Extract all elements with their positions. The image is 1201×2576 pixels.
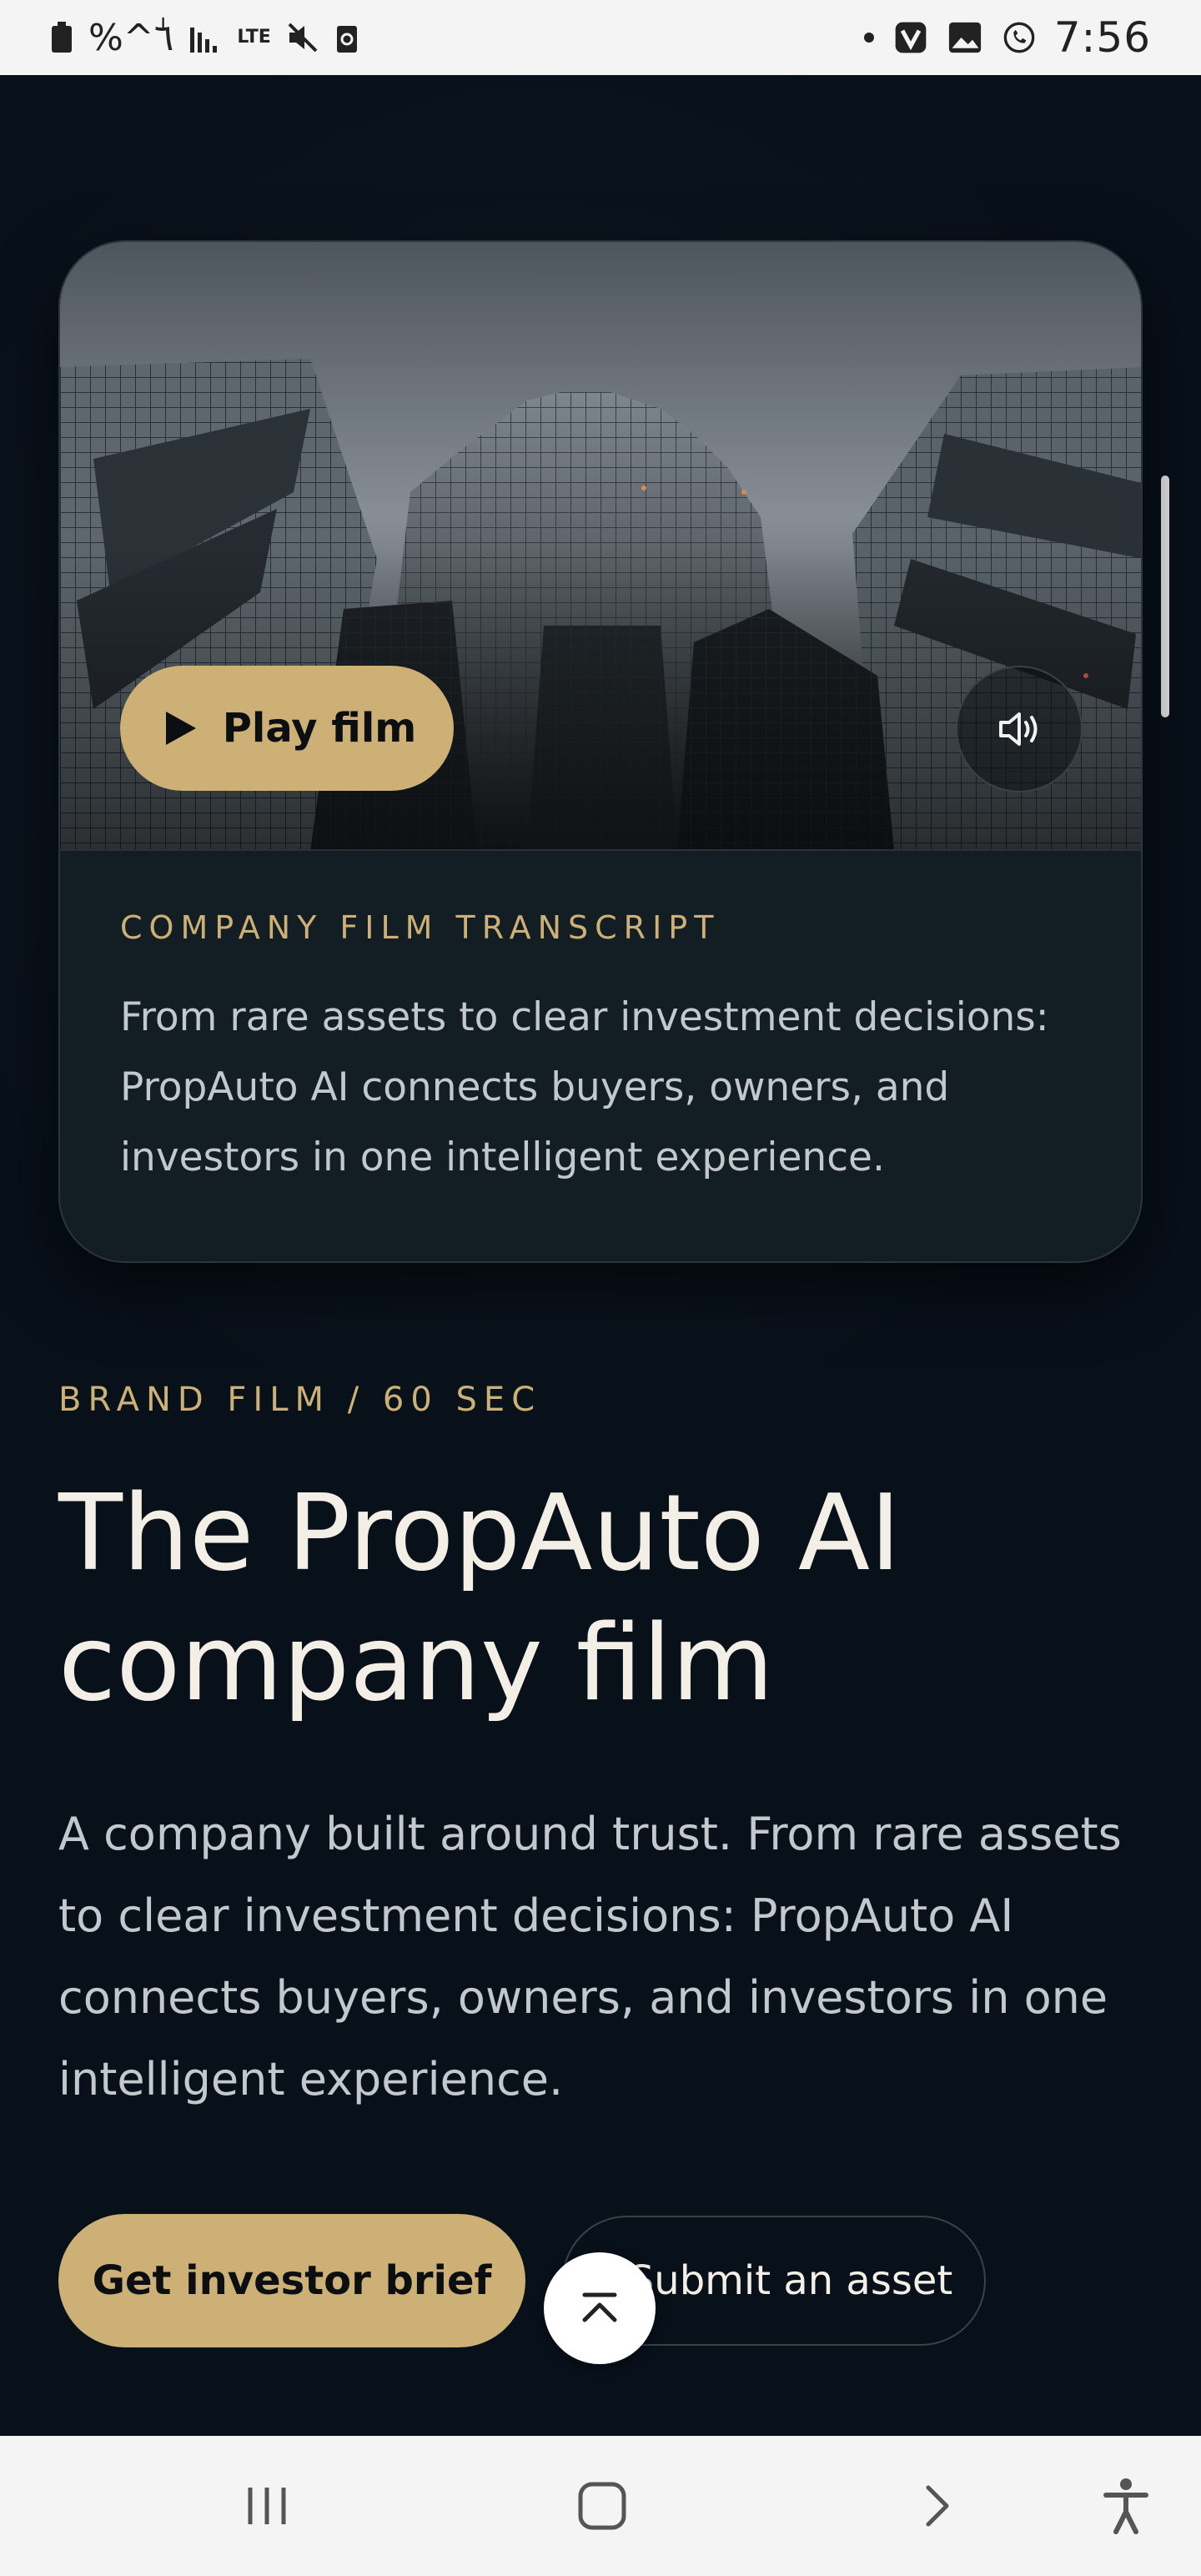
play-film-label: Play film [222, 705, 417, 752]
accessibility-icon [1103, 2478, 1148, 2534]
recent-apps-icon [248, 2488, 286, 2524]
back-icon [926, 2485, 949, 2527]
video-card: Play film COMPANY FILM TRANSCRIPT From r… [58, 240, 1143, 1263]
video-poster[interactable]: Play film [60, 242, 1141, 851]
vivaldi-icon [895, 22, 927, 53]
status-time: 7:56 [1053, 13, 1151, 62]
home-button[interactable] [569, 2473, 636, 2539]
scrollbar-thumb[interactable] [1161, 475, 1169, 717]
gallery-icon [948, 22, 981, 53]
sound-toggle-button[interactable] [956, 666, 1083, 792]
system-nav-bar [0, 2436, 1201, 2576]
mute-icon [288, 23, 318, 53]
accessibility-button[interactable] [1093, 2473, 1159, 2539]
recycle-icon [336, 26, 357, 53]
back-button[interactable] [904, 2473, 971, 2539]
back-to-top-button[interactable] [544, 2252, 656, 2364]
get-investor-brief-label: Get investor brief [92, 2257, 492, 2304]
whatsapp-icon [1003, 22, 1035, 53]
transcript-heading: COMPANY FILM TRANSCRIPT [120, 909, 721, 946]
transcript-section: COMPANY FILM TRANSCRIPT From rare assets… [60, 851, 1141, 1193]
status-left-text: %^ٰ٦ [88, 16, 174, 59]
play-film-button[interactable]: Play film [120, 666, 454, 791]
status-left: %^ٰ٦ LTE [50, 17, 359, 59]
play-icon [165, 712, 196, 745]
status-bar: %^ٰ٦ LTE 7:56 [0, 0, 1201, 75]
arrow-up-to-top-icon [582, 2292, 617, 2322]
get-investor-brief-button[interactable]: Get investor brief [58, 2214, 525, 2347]
page-title: The PropAuto AI company film [58, 1472, 902, 1724]
home-icon [578, 2482, 626, 2530]
signal-icon [190, 28, 218, 53]
dot-icon [863, 33, 874, 43]
lte-icon: LTE [237, 27, 271, 48]
battery-icon [52, 22, 72, 53]
intro-body: A company built around trust. From rare … [58, 1808, 1122, 2106]
status-right: 7:56 [862, 13, 1151, 62]
transcript-text: From rare assets to clear investment dec… [120, 994, 1049, 1180]
speaker-icon [999, 712, 1038, 746]
recent-apps-button[interactable] [234, 2473, 300, 2539]
brand-film-eyebrow: BRAND FILM / 60 SEC [58, 1381, 542, 1419]
submit-asset-label: Submit an asset [628, 2257, 953, 2304]
